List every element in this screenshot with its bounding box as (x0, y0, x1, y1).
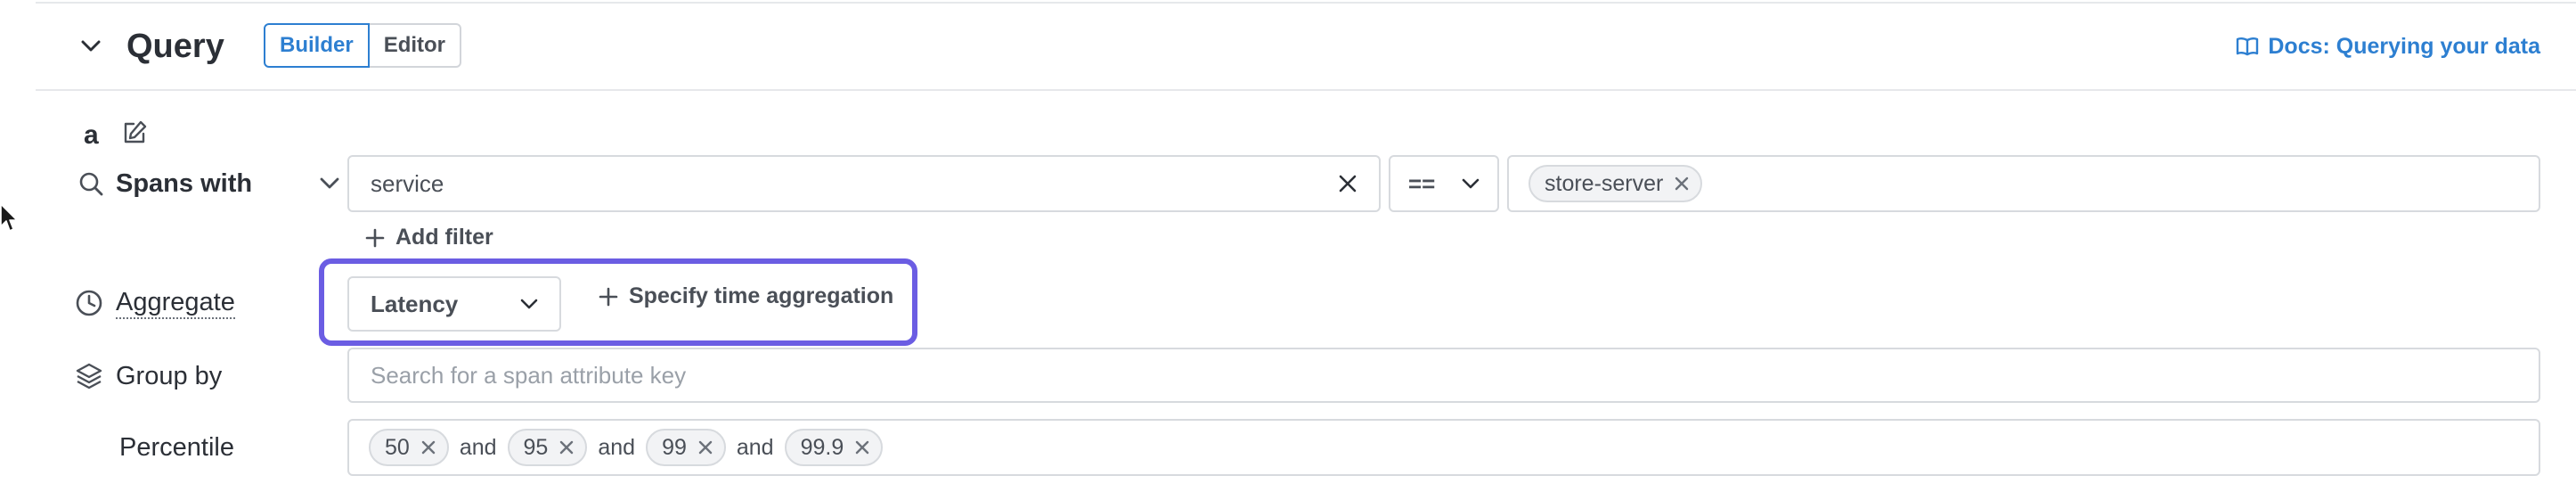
specify-time-aggregation-button[interactable]: Specify time aggregation (599, 283, 893, 309)
chevron-down-icon (320, 177, 339, 189)
mode-toggle: Builder Editor (264, 23, 462, 68)
aggregate-function-select[interactable]: Latency (347, 276, 561, 332)
chevron-down-icon (520, 299, 538, 308)
filter-attribute-input[interactable]: service (347, 155, 1381, 212)
header-divider (36, 89, 2576, 91)
query-name: a (84, 120, 99, 150)
add-filter-button[interactable]: Add filter (365, 225, 493, 250)
percentile-chip: 95 (507, 429, 588, 466)
docs-link-label: Docs: Querying your data (2268, 33, 2540, 59)
group-by-label: Group by (116, 361, 223, 390)
layers-icon (76, 363, 102, 390)
search-icon (79, 172, 103, 196)
remove-chip-icon[interactable] (1674, 176, 1690, 192)
remove-chip-icon[interactable] (558, 439, 575, 455)
chevron-down-icon (1462, 178, 1480, 188)
percentile-joiner: and (736, 434, 774, 460)
percentile-input[interactable]: 50 and 95 and 99 and 99.9 (347, 419, 2540, 476)
spans-with-selector[interactable]: Spans with (78, 164, 339, 203)
remove-chip-icon[interactable] (854, 439, 870, 455)
book-icon (2237, 37, 2259, 56)
remove-chip-icon[interactable] (697, 439, 713, 455)
edit-query-name-button[interactable] (121, 119, 150, 148)
plus-icon (365, 228, 385, 247)
percentile-chip: 99 (646, 429, 726, 466)
group-by-placeholder: Search for a span attribute key (371, 361, 687, 389)
percentile-row-label: Percentile (119, 428, 234, 467)
collapse-query-button[interactable] (71, 29, 110, 64)
percentile-chip: 50 (369, 429, 449, 466)
filter-operator-select[interactable]: == (1389, 155, 1499, 212)
percentile-chip-label: 99 (662, 434, 687, 460)
percentile-chip-label: 95 (523, 434, 549, 460)
aggregate-function-value: Latency (371, 290, 459, 317)
filter-operator-value: == (1408, 169, 1436, 197)
group-by-input[interactable]: Search for a span attribute key (347, 348, 2540, 403)
percentile-joiner: and (459, 434, 497, 460)
clear-icon[interactable] (1338, 174, 1357, 193)
percentile-label: Percentile (119, 432, 234, 462)
filter-attribute-value: service (371, 169, 444, 197)
percentile-chip-label: 50 (385, 434, 410, 460)
chevron-down-icon (81, 40, 101, 52)
aggregate-row-label: Aggregate (75, 283, 235, 323)
add-filter-label: Add filter (395, 225, 493, 250)
aggregate-label: Aggregate (116, 288, 235, 319)
specify-time-aggregation-label: Specify time aggregation (629, 283, 894, 308)
filter-value-chip-label: store-server (1545, 170, 1664, 196)
spans-with-label: Spans with (116, 168, 253, 198)
top-divider (36, 2, 2576, 4)
docs-link[interactable]: Docs: Querying your data (2236, 27, 2540, 66)
group-by-row-label: Group by (75, 357, 222, 396)
percentile-chip: 99.9 (784, 429, 884, 466)
query-section-title: Query (126, 28, 224, 65)
tab-editor[interactable]: Editor (369, 23, 462, 68)
edit-icon (124, 120, 147, 144)
percentile-joiner: and (598, 434, 636, 460)
filter-value-chip: store-server (1528, 165, 1703, 202)
percentile-chip-label: 99.9 (800, 434, 844, 460)
clock-icon (76, 290, 102, 316)
plus-icon (599, 287, 618, 306)
mouse-cursor-icon (0, 203, 18, 232)
tab-builder[interactable]: Builder (264, 23, 370, 68)
filter-value-input[interactable]: store-server (1507, 155, 2540, 212)
remove-chip-icon[interactable] (420, 439, 436, 455)
